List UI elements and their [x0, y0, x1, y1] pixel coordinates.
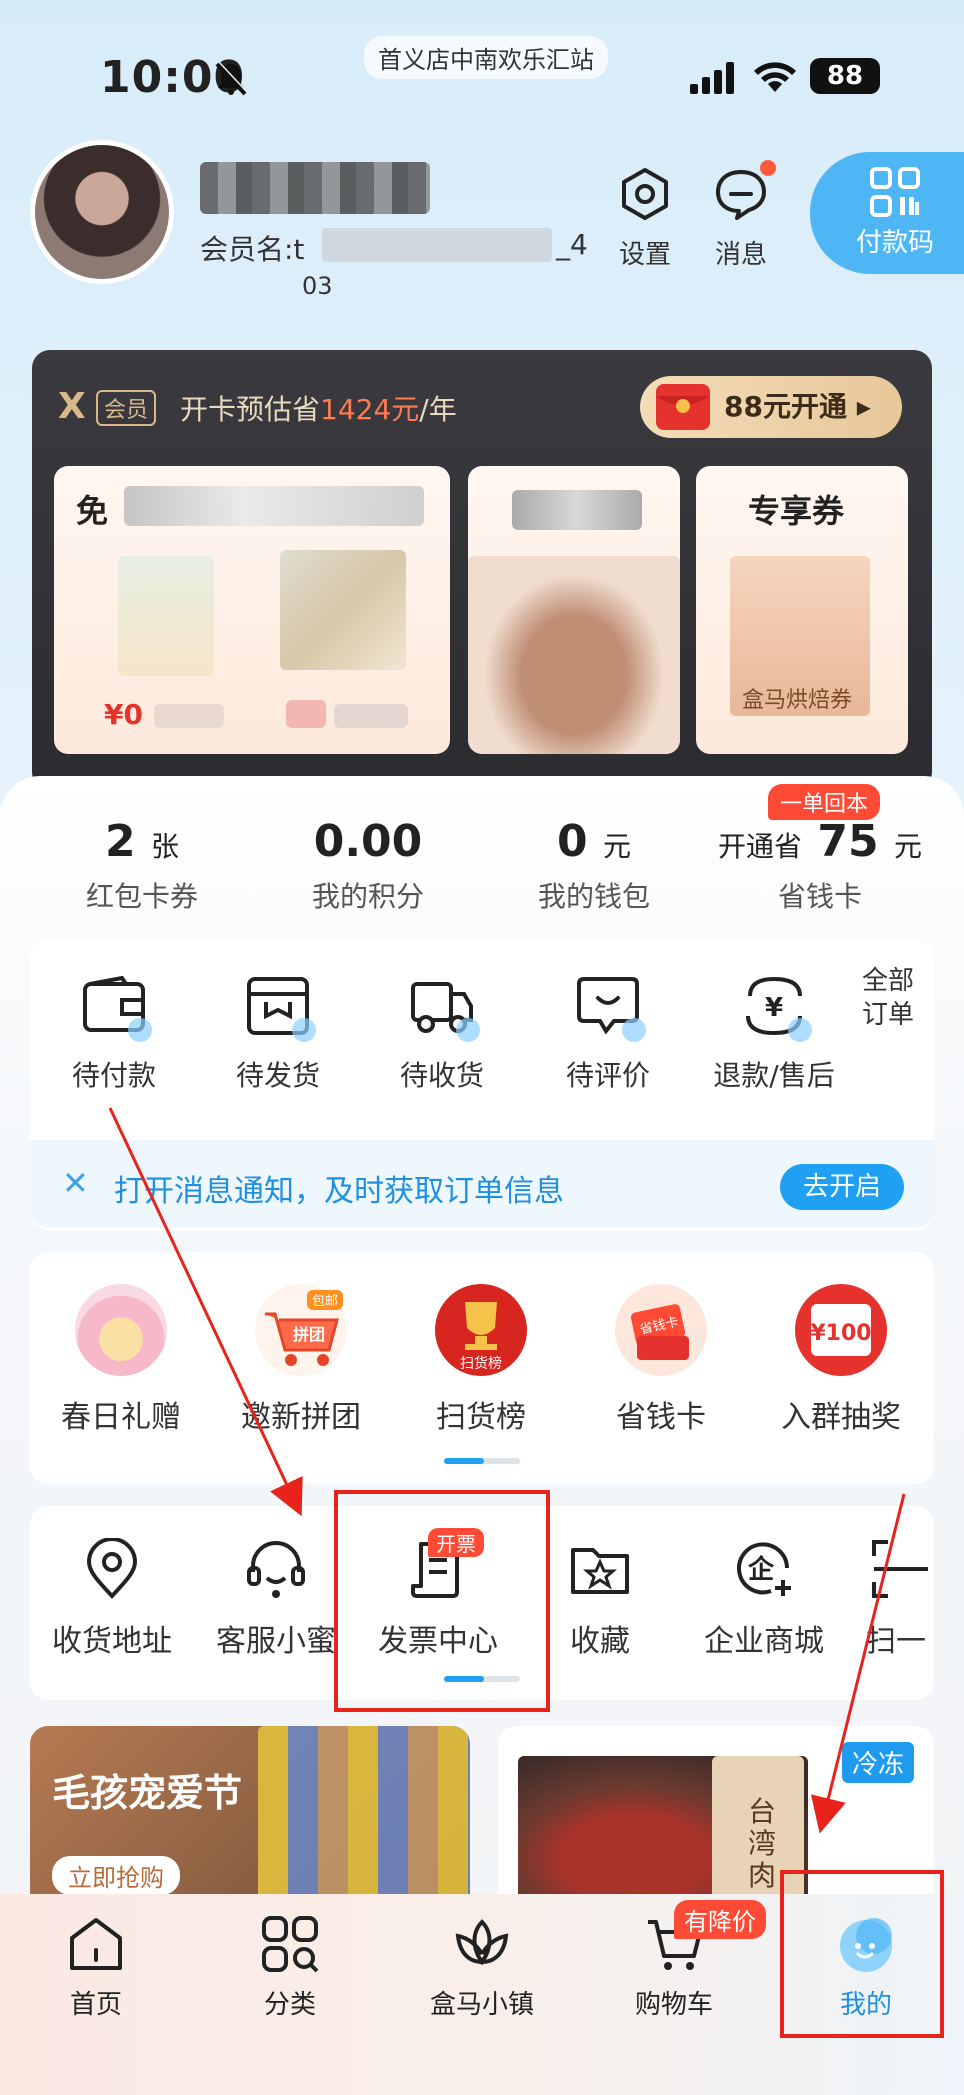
annotation-arrows — [108, 1107, 906, 1834]
arrow-to-mine — [810, 1493, 906, 1834]
arrow-to-invoice — [108, 1107, 303, 1517]
